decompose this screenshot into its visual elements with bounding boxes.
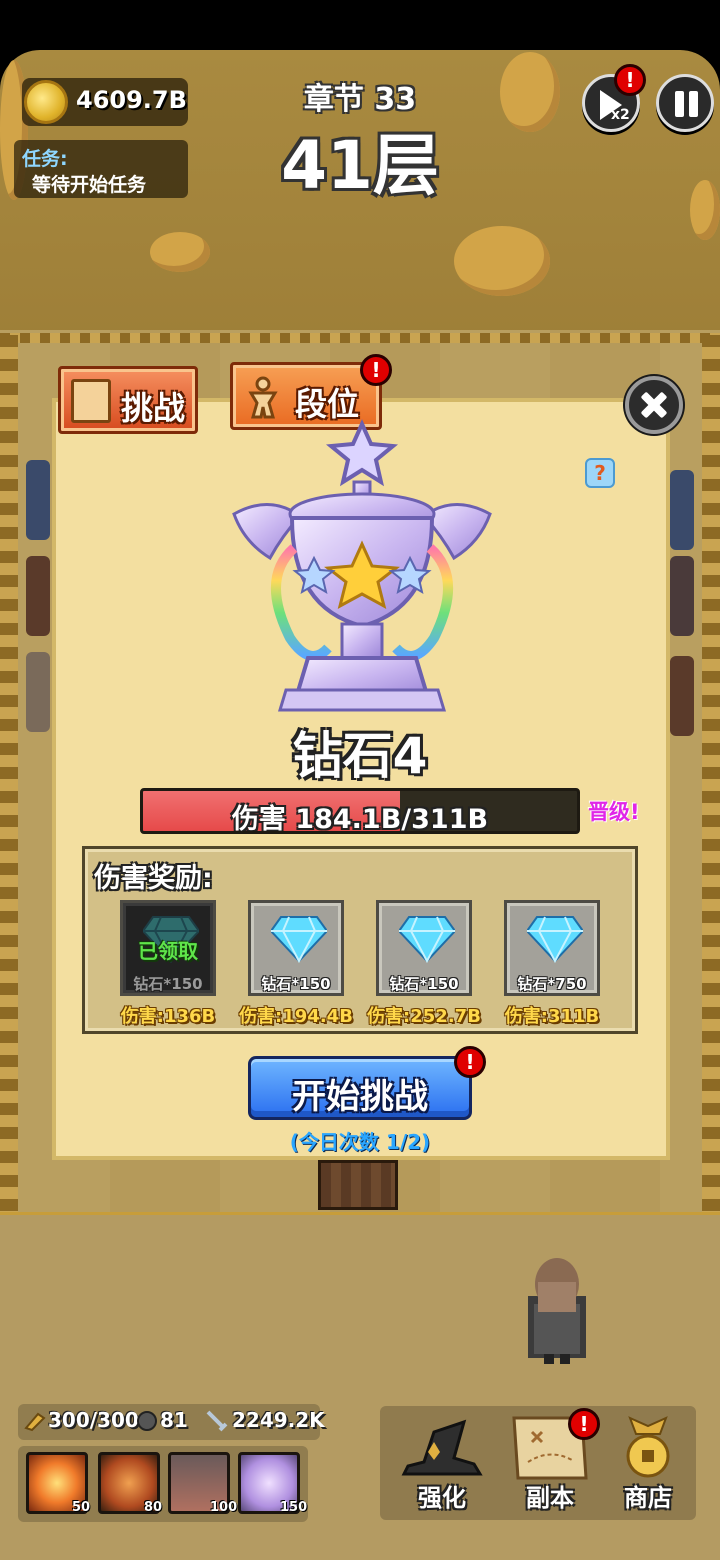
- reward-title: 伤害奖励:: [94, 863, 213, 894]
- scroll-icon: [71, 379, 111, 423]
- status-bar: [0, 0, 720, 50]
- door: [318, 1160, 398, 1210]
- promote-label[interactable]: 晋级!: [588, 796, 640, 826]
- start-challenge-label: 开始挑战: [292, 1077, 428, 1117]
- enemy-sprite: [26, 556, 50, 636]
- enemy-sprite: [670, 556, 694, 636]
- start-challenge-button[interactable]: 开始挑战: [248, 1056, 472, 1120]
- diamond-gem-icon: [527, 916, 583, 963]
- reward-slot[interactable]: 钻石*150: [248, 900, 344, 996]
- background-cloud: [690, 180, 720, 240]
- chest-sprite: [26, 652, 50, 732]
- reward-item-label: 钻石*150: [261, 975, 331, 993]
- rank-tab-alert-badge: !: [360, 354, 392, 386]
- speed-alert-badge: !: [614, 64, 646, 96]
- reward-requirement: 伤害:136B: [120, 1006, 216, 1027]
- diamond-trophy-icon: [232, 419, 492, 712]
- enemy-sprite: [670, 470, 694, 550]
- task-label: 任务:: [22, 148, 68, 170]
- reward-requirement: 伤害:194.4B: [239, 1006, 353, 1027]
- tab-label: 挑战: [121, 389, 186, 427]
- help-icon[interactable]: ?: [585, 458, 615, 488]
- pause-icon: [689, 91, 698, 117]
- wall-border-left: [0, 335, 18, 1235]
- wall-border-right: [702, 335, 720, 1235]
- reward-slot[interactable]: 钻石*750: [504, 900, 600, 996]
- reward-slot[interactable]: 钻石*150: [376, 900, 472, 996]
- tab-challenge[interactable]: 挑战: [58, 366, 198, 434]
- figure-icon: [248, 376, 278, 419]
- start-alert-badge: !: [454, 1046, 486, 1078]
- floor-number: 41层: [281, 127, 439, 204]
- damage-progress-text: 伤害 184.1B/311B: [231, 804, 489, 834]
- enemy-sprite: [26, 460, 50, 540]
- claimed-label: 已领取: [138, 939, 198, 963]
- menu-shop[interactable]: 商店: [600, 1412, 696, 1522]
- skill-cost: 100: [210, 1500, 238, 1515]
- stamina-icon: [24, 1412, 46, 1432]
- diamond-gem-icon: [399, 916, 455, 963]
- menu-upgrade[interactable]: 强化: [394, 1412, 490, 1522]
- enemy-sprite: [670, 656, 694, 736]
- background-cloud: [500, 52, 560, 132]
- reward-item-label: 钻石*150: [133, 975, 203, 993]
- reward-requirement: 伤害:252.7B: [367, 1006, 481, 1027]
- key-icon: [137, 1411, 157, 1431]
- game-screen: 4609.7B 任务: 等待开始任务 章节 33 41层 x2 ! 挑战 段位 …: [0, 0, 720, 1560]
- coin-amount: 4609.7B: [76, 86, 187, 114]
- key-count: 81: [160, 1408, 188, 1432]
- wizard-hat-icon: [401, 1419, 483, 1476]
- coin-icon: [24, 80, 68, 124]
- shop-medal-icon: [626, 1416, 670, 1478]
- rank-title: 钻石4: [292, 727, 428, 785]
- background-cloud: [150, 232, 210, 272]
- task-status: 等待开始任务: [32, 174, 147, 196]
- skill-cost: 150: [280, 1500, 308, 1515]
- menu-label: 商店: [624, 1484, 672, 1512]
- pause-button[interactable]: [656, 74, 714, 132]
- dungeon-alert-badge: !: [568, 1408, 600, 1440]
- reward-item-label: 钻石*150: [389, 975, 459, 993]
- speed-multiplier: x2: [611, 107, 630, 123]
- stamina-value: 300/300: [48, 1408, 139, 1432]
- reward-requirement: 伤害:311B: [504, 1006, 600, 1027]
- pause-icon: [675, 91, 684, 117]
- reward-item-label: 钻石*750: [517, 975, 587, 993]
- skill-cost: 50: [72, 1500, 91, 1515]
- background-cloud: [454, 226, 550, 296]
- daily-attempts: (今日次数 1/2): [289, 1130, 431, 1154]
- sword-icon: [206, 1410, 228, 1432]
- menu-label: 副本: [526, 1484, 574, 1512]
- attack-value: 2249.2K: [232, 1408, 325, 1432]
- hero-character: [528, 1258, 586, 1364]
- skill-cost: 80: [144, 1500, 163, 1515]
- reward-slot-claimed[interactable]: 已领取 钻石*150: [120, 900, 216, 996]
- wall-border-top: [0, 333, 720, 343]
- diamond-gem-icon: [271, 916, 327, 963]
- menu-label: 强化: [418, 1484, 466, 1512]
- damage-progress-bar: 伤害 184.1B/311B: [140, 788, 580, 834]
- close-button[interactable]: [625, 376, 683, 434]
